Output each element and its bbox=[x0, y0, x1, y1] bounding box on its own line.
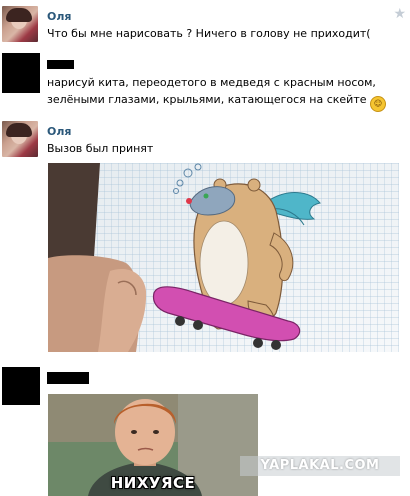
meme-caption: НИХУЯСЕ bbox=[110, 474, 196, 492]
watermark: YAPLAKAL.COM bbox=[240, 456, 400, 476]
avatar[interactable] bbox=[2, 367, 40, 405]
censored-author-name bbox=[47, 372, 89, 384]
meme-image[interactable]: НИХУЯСЕ bbox=[48, 394, 258, 496]
